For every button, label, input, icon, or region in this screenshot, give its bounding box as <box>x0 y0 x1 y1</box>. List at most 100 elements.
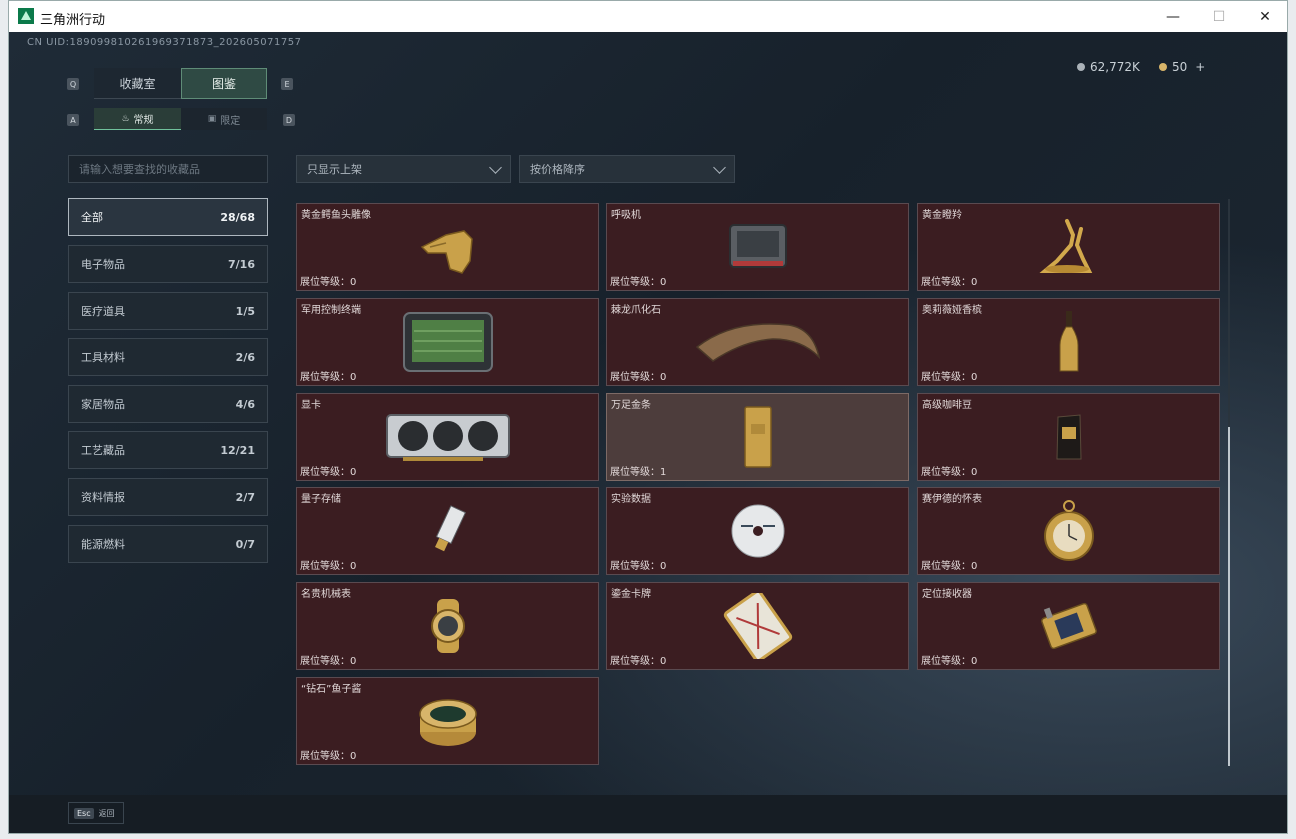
item-level: 展位等级：0 <box>921 372 978 383</box>
category-energy[interactable]: 能源燃料 0/7 <box>68 525 268 563</box>
ventilator-icon <box>728 224 787 268</box>
category-label: 工具材料 <box>81 351 125 364</box>
control-terminal-icon <box>402 312 493 372</box>
item-card[interactable]: 赛伊德的怀表 展位等级：0 <box>917 487 1220 575</box>
tab-catalog[interactable]: 图鉴 <box>181 68 267 99</box>
category-label: 全部 <box>81 211 103 224</box>
item-level: 展位等级：0 <box>610 372 667 383</box>
bottom-bar <box>9 795 1287 833</box>
item-name: 实验数据 <box>611 494 651 505</box>
display-filter-dropdown[interactable]: 只显示上架 <box>296 155 511 183</box>
item-name: 黄金瞪羚 <box>922 210 962 221</box>
category-label: 电子物品 <box>81 258 125 271</box>
wristwatch-icon <box>430 599 465 653</box>
coin-display: 50 + <box>1159 58 1205 76</box>
item-card[interactable]: 黄金瞪羚 展位等级：0 <box>917 203 1220 291</box>
item-name: 名贵机械表 <box>301 589 351 600</box>
item-card[interactable]: “钻石”鱼子酱 展位等级：0 <box>296 677 599 765</box>
item-level: 展位等级：0 <box>300 561 357 572</box>
gold-bar-icon <box>743 406 772 468</box>
app-window: 三角洲行动 — ☐ ✕ CN UID:189099810261969371873… <box>8 0 1288 834</box>
category-count: 2/6 <box>235 350 255 364</box>
gold-gazelle-icon <box>1038 219 1092 273</box>
item-name: 定位接收器 <box>922 589 972 600</box>
item-card[interactable]: 黄金鳄鱼头雕像 展位等级：0 <box>296 203 599 291</box>
category-label: 工艺藏品 <box>81 444 125 457</box>
item-name: 军用控制终端 <box>301 305 361 316</box>
item-level: 展位等级：0 <box>610 277 667 288</box>
item-name: 呼吸机 <box>611 210 641 221</box>
scrollbar-thumb[interactable] <box>1228 427 1230 766</box>
item-card[interactable]: 实验数据 展位等级：0 <box>606 487 909 575</box>
category-tools[interactable]: 工具材料 2/6 <box>68 338 268 376</box>
money-display: 62,772K <box>1077 58 1140 76</box>
flame-icon: ♨ <box>121 113 130 124</box>
subtab-regular[interactable]: ♨ 常规 <box>94 108 181 130</box>
category-label: 能源燃料 <box>81 538 125 551</box>
back-label: 返回 <box>98 808 115 818</box>
category-medical[interactable]: 医疗道具 1/5 <box>68 292 268 330</box>
money-coin-icon <box>1077 63 1085 71</box>
gilded-card-icon <box>723 593 792 659</box>
item-card[interactable]: 鎏金卡牌 展位等级：0 <box>606 582 909 670</box>
item-card[interactable]: 量子存储 展位等级：0 <box>296 487 599 575</box>
category-label: 家居物品 <box>81 398 125 411</box>
item-card[interactable]: 奥莉薇娅香槟 展位等级：0 <box>917 298 1220 386</box>
close-button[interactable]: ✕ <box>1242 1 1288 32</box>
disc-icon <box>731 504 784 558</box>
item-name: 显卡 <box>301 400 321 411</box>
key-hint-q: Q <box>67 78 79 90</box>
game-viewport: CN UID:189099810261969371873_20260507175… <box>9 32 1287 833</box>
chevron-down-icon <box>489 161 502 174</box>
champagne-icon <box>1059 311 1078 372</box>
item-card[interactable]: 名贵机械表 展位等级：0 <box>296 582 599 670</box>
item-name: 黄金鳄鱼头雕像 <box>301 210 371 221</box>
item-card[interactable]: 棘龙爪化石 展位等级：0 <box>606 298 909 386</box>
category-crafts[interactable]: 工艺藏品 12/21 <box>68 431 268 469</box>
category-count: 1/5 <box>235 304 255 318</box>
item-card[interactable]: 万足金条 展位等级：1 <box>606 393 909 481</box>
item-level: 展位等级：0 <box>300 656 357 667</box>
maximize-button[interactable]: ☐ <box>1196 1 1242 32</box>
title-bar: 三角洲行动 — ☐ ✕ <box>9 1 1287 32</box>
key-hint-d: D <box>283 114 295 126</box>
locator-receiver-icon <box>1040 602 1097 650</box>
item-level: 展位等级：0 <box>921 467 978 478</box>
item-name: 高级咖啡豆 <box>922 400 972 411</box>
gold-crocodile-head-icon <box>420 230 473 274</box>
item-name: 量子存储 <box>301 494 341 505</box>
back-button[interactable]: Esc 返回 <box>68 802 124 824</box>
key-hint-a: A <box>67 114 79 126</box>
tab-collection-room[interactable]: 收藏室 <box>94 68 181 99</box>
limited-icon: ▣ <box>207 114 217 124</box>
category-electronics[interactable]: 电子物品 7/16 <box>68 245 268 283</box>
item-card[interactable]: 显卡 展位等级：0 <box>296 393 599 481</box>
item-name: 万足金条 <box>611 400 651 411</box>
item-level: 展位等级：0 <box>300 277 357 288</box>
category-count: 4/6 <box>235 397 255 411</box>
esc-key-hint: Esc <box>74 807 94 819</box>
category-household[interactable]: 家居物品 4/6 <box>68 385 268 423</box>
add-coins-button[interactable]: + <box>1195 60 1205 74</box>
usb-drive-icon <box>434 505 466 552</box>
item-card[interactable]: 定位接收器 展位等级：0 <box>917 582 1220 670</box>
category-all[interactable]: 全部 28/68 <box>68 198 268 236</box>
item-level: 展位等级：1 <box>610 467 667 478</box>
sort-dropdown[interactable]: 按价格降序 <box>519 155 735 183</box>
item-card[interactable]: 呼吸机 展位等级：0 <box>606 203 909 291</box>
category-count: 2/7 <box>235 490 255 504</box>
item-card[interactable]: 军用控制终端 展位等级：0 <box>296 298 599 386</box>
category-count: 12/21 <box>220 443 255 457</box>
key-hint-e: E <box>281 78 293 90</box>
money-amount: 62,772K <box>1090 60 1140 74</box>
claw-fossil-icon <box>695 323 820 362</box>
item-card[interactable]: 高级咖啡豆 展位等级：0 <box>917 393 1220 481</box>
minimize-button[interactable]: — <box>1150 1 1196 32</box>
category-intel[interactable]: 资料情报 2/7 <box>68 478 268 516</box>
item-name: 奥莉薇娅香槟 <box>922 305 982 316</box>
search-input[interactable] <box>68 155 268 183</box>
caviar-tin-icon <box>418 699 477 746</box>
subtab-limited[interactable]: ▣ 限定 <box>181 108 267 130</box>
item-level: 展位等级：0 <box>921 561 978 572</box>
item-level: 展位等级：0 <box>300 751 357 762</box>
